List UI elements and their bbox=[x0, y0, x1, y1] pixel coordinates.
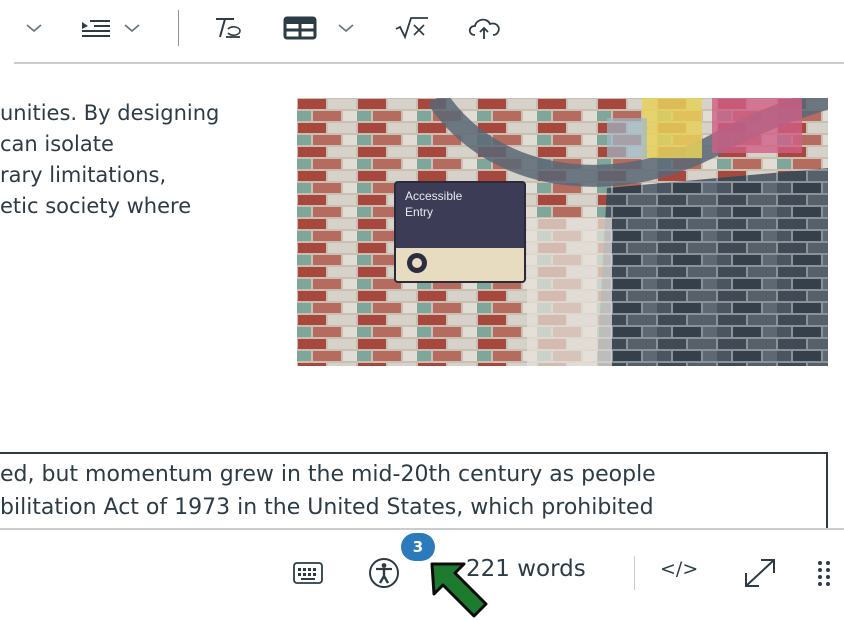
body-paragraph-bottom[interactable]: ed, but momentum grew in the mid-20th ce… bbox=[0, 452, 828, 528]
list-indent-icon[interactable] bbox=[78, 10, 114, 46]
sign-text: Entry bbox=[405, 205, 433, 219]
accessibility-icon bbox=[369, 558, 399, 588]
html-editor-toggle[interactable]: </> bbox=[660, 558, 698, 580]
chevron-down-icon[interactable] bbox=[20, 10, 48, 46]
keyboard-icon[interactable] bbox=[290, 558, 326, 588]
drag-handle-icon[interactable] bbox=[814, 556, 834, 590]
toolbar-bottom-border bbox=[14, 62, 844, 64]
cloud-upload-icon[interactable] bbox=[462, 10, 508, 46]
body-paragraph-top[interactable]: unities. By designing can isolate rary l… bbox=[0, 98, 290, 222]
math-equation-icon[interactable] bbox=[392, 10, 432, 46]
chevron-down-icon[interactable] bbox=[332, 10, 360, 46]
text-line: bilitation Act of 1973 in the United Sta… bbox=[0, 495, 654, 520]
status-divider bbox=[634, 556, 635, 590]
text-line: rary limitations, bbox=[0, 163, 167, 187]
fullscreen-icon[interactable] bbox=[738, 554, 782, 592]
word-count: 221 words bbox=[466, 556, 586, 582]
toolbar-divider bbox=[178, 10, 179, 46]
accessibility-checker-button[interactable] bbox=[364, 556, 404, 590]
text-line: can isolate bbox=[0, 132, 114, 156]
chevron-down-icon[interactable] bbox=[118, 10, 146, 46]
text-line: unities. By designing bbox=[0, 101, 220, 125]
sign-text: Accessible bbox=[405, 189, 463, 203]
table-icon[interactable] bbox=[280, 10, 320, 46]
text-line: etic society where bbox=[0, 194, 192, 218]
text-line: ed, but momentum grew in the mid-20th ce… bbox=[0, 462, 656, 487]
clear-formatting-icon[interactable] bbox=[210, 10, 246, 46]
editor-toolbar bbox=[0, 0, 844, 62]
accessible-entry-photo[interactable]: Accessible Entry bbox=[297, 98, 828, 366]
